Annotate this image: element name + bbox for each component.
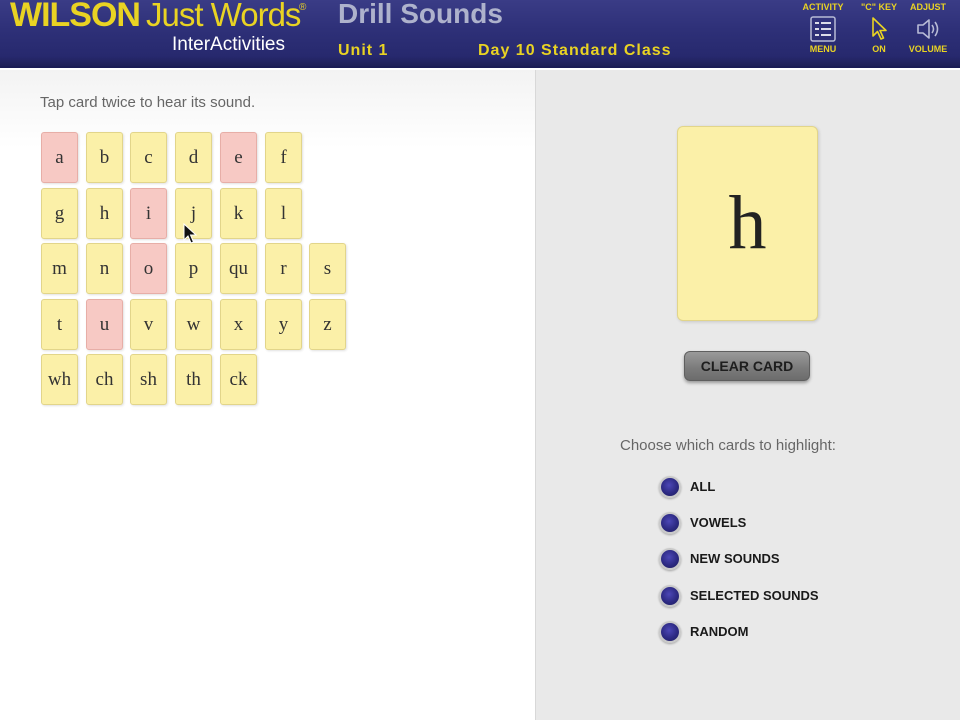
sound-card[interactable]: k xyxy=(220,188,257,239)
speaker-icon xyxy=(898,15,958,43)
radio-button[interactable] xyxy=(659,476,681,498)
sound-card[interactable]: i xyxy=(130,188,167,239)
sound-card[interactable]: t xyxy=(41,299,78,350)
highlight-option-label: RANDOM xyxy=(690,624,749,639)
sound-card[interactable]: c xyxy=(130,132,167,183)
sound-card[interactable]: p xyxy=(175,243,212,294)
sound-card[interactable]: ck xyxy=(220,354,257,405)
logo-subtitle: InterActivities xyxy=(172,34,285,55)
card-board-panel: Tap card twice to hear its sound. abcdef… xyxy=(0,70,535,720)
unit-label: Unit 1 xyxy=(338,42,389,59)
highlight-option[interactable]: SELECTED SOUNDS xyxy=(659,585,879,609)
sound-card[interactable]: wh xyxy=(41,354,78,405)
activity-menu-bottom-label: MENU xyxy=(809,44,837,54)
app-header: WILSON Just Words ® InterActivities Drill… xyxy=(0,0,960,68)
adjust-volume-bottom-label: VOLUME xyxy=(908,44,948,54)
sound-card[interactable]: z xyxy=(309,299,346,350)
sound-card[interactable]: e xyxy=(220,132,257,183)
radio-button[interactable] xyxy=(659,512,681,534)
sound-card[interactable]: f xyxy=(265,132,302,183)
page-title: Drill Sounds xyxy=(338,0,503,29)
sound-card[interactable]: h xyxy=(86,188,123,239)
sound-card[interactable]: w xyxy=(175,299,212,350)
radio-button[interactable] xyxy=(659,548,681,570)
menu-list-icon xyxy=(793,15,853,43)
sound-card[interactable]: qu xyxy=(220,243,257,294)
highlight-option[interactable]: ALL xyxy=(659,476,879,500)
highlight-option[interactable]: VOWELS xyxy=(659,512,879,536)
radio-button[interactable] xyxy=(659,585,681,607)
sound-card[interactable]: l xyxy=(265,188,302,239)
adjust-volume-top-label: ADJUST xyxy=(909,2,946,12)
sound-card[interactable]: ch xyxy=(86,354,123,405)
activity-menu-top-label: ACTIVITY xyxy=(802,2,844,12)
highlight-option-label: ALL xyxy=(690,479,716,494)
sound-card[interactable]: sh xyxy=(130,354,167,405)
sound-card[interactable]: g xyxy=(41,188,78,239)
radio-button[interactable] xyxy=(659,621,681,643)
sound-card[interactable]: m xyxy=(41,243,78,294)
logo-registered-mark: ® xyxy=(299,2,307,13)
sound-card[interactable]: v xyxy=(130,299,167,350)
highlight-option[interactable]: NEW SOUNDS xyxy=(659,548,879,572)
logo-brand: WILSON xyxy=(10,0,141,34)
instruction-text: Tap card twice to hear its sound. xyxy=(40,94,256,111)
sound-card[interactable]: r xyxy=(265,243,302,294)
sound-card[interactable]: o xyxy=(130,243,167,294)
sound-card[interactable]: y xyxy=(265,299,302,350)
sound-card[interactable]: n xyxy=(86,243,123,294)
sound-card[interactable]: d xyxy=(175,132,212,183)
highlight-option-label: NEW SOUNDS xyxy=(690,551,780,566)
sound-card[interactable]: j xyxy=(175,188,212,239)
sound-card[interactable]: a xyxy=(41,132,78,183)
logo-product: Just Words xyxy=(145,0,301,33)
sound-card[interactable]: b xyxy=(86,132,123,183)
highlight-option-label: SELECTED SOUNDS xyxy=(690,588,819,603)
highlight-prompt: Choose which cards to highlight: xyxy=(620,437,836,454)
sound-card[interactable]: th xyxy=(175,354,212,405)
sound-card[interactable]: x xyxy=(220,299,257,350)
sound-card[interactable]: s xyxy=(309,243,346,294)
selected-sound-card[interactable]: h xyxy=(677,126,818,321)
activity-menu-button[interactable]: ACTIVITY MENU xyxy=(793,0,853,66)
sound-card[interactable]: u xyxy=(86,299,123,350)
highlight-option-label: VOWELS xyxy=(690,515,747,530)
selected-card-panel: h CLEAR CARD Choose which cards to highl… xyxy=(535,70,960,720)
adjust-volume-button[interactable]: ADJUST VOLUME xyxy=(898,0,958,66)
clear-card-button[interactable]: CLEAR CARD xyxy=(684,351,810,381)
highlight-option[interactable]: RANDOM xyxy=(659,621,879,645)
session-label: Day 10 Standard Class xyxy=(478,42,672,59)
